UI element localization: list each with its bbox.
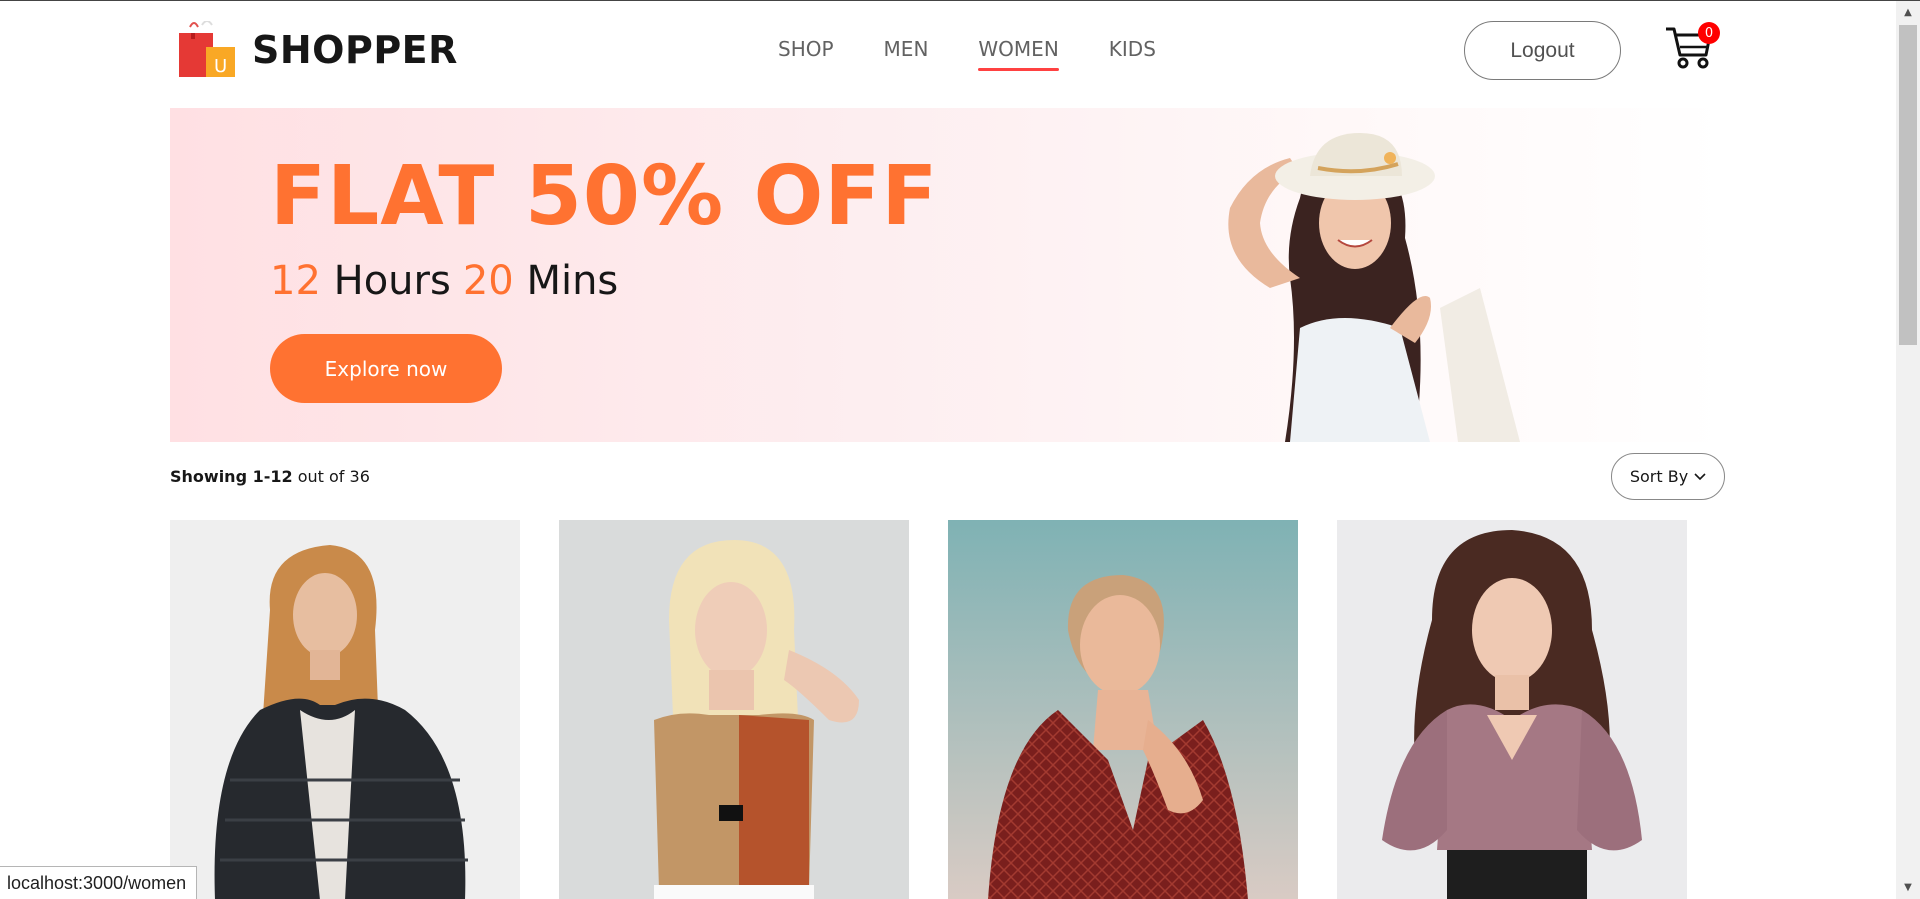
main-nav: SHOP MEN WOMEN KIDS [778,37,1156,71]
product-card[interactable] [948,520,1298,899]
product-image-crop-top [559,520,909,899]
sort-by-dropdown[interactable]: Sort By [1611,453,1725,500]
explore-now-button[interactable]: Explore now [270,334,502,403]
banner-model-image [1228,133,1520,442]
scrollbar-thumb[interactable] [1899,25,1917,345]
countdown-mins-label: Mins [526,258,619,304]
scroll-up-icon[interactable]: ▲ [1900,5,1916,21]
brand-name: SHOPPER [252,28,458,72]
product-image-fur-jacket [170,520,520,899]
countdown-hours-label: Hours [333,258,451,304]
nav-item-men[interactable]: MEN [884,37,929,61]
offer-banner: FLAT 50% OFF 12 Hours 20 Mins Explore no… [170,108,1726,442]
product-card[interactable] [1337,520,1687,899]
results-range: Showing 1-12 [170,467,293,486]
product-card[interactable] [170,520,520,899]
cart-count-badge: 0 [1698,22,1720,44]
nav-item-women[interactable]: WOMEN [978,37,1060,71]
banner-countdown: 12 Hours 20 Mins [270,258,618,304]
navbar: U SHOPPER SHOP MEN WOMEN KIDS Logout 0 [0,1,1898,101]
nav-item-shop[interactable]: SHOP [778,37,834,61]
results-total: out of 36 [297,467,370,486]
nav-item-kids[interactable]: KIDS [1109,37,1156,61]
sort-by-label: Sort By [1629,467,1689,486]
banner-title: FLAT 50% OFF [270,149,939,244]
results-count: Showing 1-12 out of 36 [170,467,370,486]
browser-status-url: localhost:3000/women [0,866,198,899]
countdown-mins-value: 20 [462,258,514,304]
scroll-down-icon[interactable]: ▼ [1900,880,1916,896]
product-image-wrap-dress [948,520,1298,899]
product-image-puff-sleeve-blouse [1337,520,1687,899]
svg-text:U: U [214,56,227,77]
product-grid [170,520,1687,899]
product-card[interactable] [559,520,909,899]
logout-button[interactable]: Logout [1464,21,1621,80]
brand-logo[interactable]: U SHOPPER [176,21,458,79]
countdown-hours-value: 12 [270,258,321,304]
shopping-bag-logo-icon: U [179,21,235,77]
chevron-down-icon [1694,472,1706,480]
